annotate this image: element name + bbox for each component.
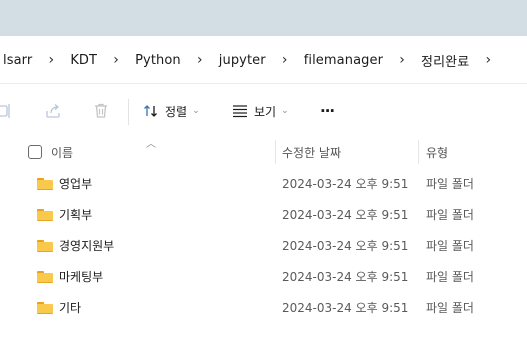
chevron-right-icon[interactable]: › bbox=[193, 52, 207, 68]
view-icon bbox=[233, 105, 247, 118]
share-button[interactable] bbox=[44, 85, 62, 137]
breadcrumb-item-filemanager[interactable]: filemanager bbox=[292, 53, 395, 68]
file-name: 경영지원부 bbox=[59, 239, 115, 253]
column-divider[interactable] bbox=[418, 140, 419, 164]
title-bar-strip bbox=[0, 0, 527, 36]
more-options-button[interactable]: ··· bbox=[320, 85, 335, 137]
file-name-cell: 경영지원부 bbox=[37, 230, 114, 261]
file-modified: 2024-03-24 오후 9:51 bbox=[282, 270, 409, 284]
column-header-name-label: 이름 bbox=[51, 145, 74, 160]
toolbar-divider bbox=[128, 99, 129, 125]
column-header-type-label: 유형 bbox=[426, 145, 449, 160]
file-row[interactable]: 마케팅부 2024-03-24 오후 9:51 파일 폴더 bbox=[0, 261, 527, 292]
file-type: 파일 폴더 bbox=[426, 177, 474, 191]
folder-icon bbox=[37, 208, 53, 221]
file-name-cell: 마케팅부 bbox=[37, 261, 103, 292]
column-divider[interactable] bbox=[275, 140, 276, 164]
file-name: 마케팅부 bbox=[59, 270, 104, 284]
file-row[interactable]: 기타 2024-03-24 오후 9:51 파일 폴더 bbox=[0, 292, 527, 323]
file-row[interactable]: 영업부 2024-03-24 오후 9:51 파일 폴더 bbox=[0, 168, 527, 199]
file-name: 영업부 bbox=[59, 177, 93, 191]
chevron-right-icon[interactable]: › bbox=[278, 52, 292, 68]
file-name-cell: 기획부 bbox=[37, 199, 92, 230]
chevron-right-icon[interactable]: › bbox=[44, 52, 58, 68]
file-row[interactable]: 기획부 2024-03-24 오후 9:51 파일 폴더 bbox=[0, 199, 527, 230]
view-label: 보기 bbox=[254, 104, 277, 119]
column-header-name[interactable]: 이름 bbox=[51, 137, 73, 167]
breadcrumb: lsarr › KDT › Python › jupyter › fileman… bbox=[0, 36, 495, 84]
column-header-modified[interactable]: 수정한 날짜 bbox=[282, 137, 341, 167]
address-bar[interactable]: lsarr › KDT › Python › jupyter › fileman… bbox=[0, 36, 527, 84]
file-type: 파일 폴더 bbox=[426, 239, 474, 253]
sort-icon bbox=[144, 105, 157, 117]
sort-label: 정렬 bbox=[165, 104, 188, 119]
column-header-modified-label: 수정한 날짜 bbox=[282, 145, 342, 160]
chevron-right-icon[interactable]: › bbox=[109, 52, 123, 68]
delete-button[interactable] bbox=[92, 85, 110, 137]
share-icon bbox=[46, 104, 60, 118]
column-header-row: ︿ 이름 수정한 날짜 유형 bbox=[0, 137, 527, 167]
file-name-cell: 기타 bbox=[37, 292, 81, 323]
view-button[interactable]: 보기 ⌄ bbox=[232, 85, 289, 137]
file-modified: 2024-03-24 오후 9:51 bbox=[282, 208, 409, 222]
file-modified: 2024-03-24 오후 9:51 bbox=[282, 301, 409, 315]
command-bar: 정렬 ⌄ 보기 ⌄ ··· bbox=[0, 85, 527, 137]
file-modified: 2024-03-24 오후 9:51 bbox=[282, 177, 409, 191]
folder-icon bbox=[37, 177, 53, 190]
more-icon: ··· bbox=[320, 102, 335, 120]
breadcrumb-item-jupyter[interactable]: jupyter bbox=[207, 53, 278, 68]
chevron-right-icon[interactable]: › bbox=[481, 52, 495, 68]
file-type: 파일 폴더 bbox=[426, 208, 474, 222]
file-modified: 2024-03-24 오후 9:51 bbox=[282, 239, 409, 253]
sort-button[interactable]: 정렬 ⌄ bbox=[143, 85, 200, 137]
file-type: 파일 폴더 bbox=[426, 270, 474, 284]
sort-ascending-icon: ︿ bbox=[146, 139, 156, 150]
chevron-down-icon: ⌄ bbox=[281, 106, 289, 116]
file-name: 기타 bbox=[59, 301, 82, 315]
rename-button[interactable] bbox=[0, 85, 12, 137]
select-all-checkbox[interactable] bbox=[28, 145, 42, 159]
breadcrumb-item-lsarr[interactable]: lsarr bbox=[0, 53, 44, 68]
folder-icon bbox=[37, 301, 53, 314]
file-row[interactable]: 경영지원부 2024-03-24 오후 9:51 파일 폴더 bbox=[0, 230, 527, 261]
trash-icon bbox=[95, 103, 107, 118]
rename-icon bbox=[0, 104, 10, 118]
folder-icon bbox=[37, 270, 53, 283]
folder-icon bbox=[37, 239, 53, 252]
file-name-cell: 영업부 bbox=[37, 168, 92, 199]
chevron-down-icon: ⌄ bbox=[192, 106, 200, 116]
file-list: 영업부 2024-03-24 오후 9:51 파일 폴더 기획부 2024-03… bbox=[0, 168, 527, 323]
breadcrumb-item-python[interactable]: Python bbox=[123, 53, 193, 68]
column-header-type[interactable]: 유형 bbox=[426, 137, 448, 167]
file-name: 기획부 bbox=[59, 208, 93, 222]
breadcrumb-item-current[interactable]: 정리완료 bbox=[409, 51, 481, 70]
chevron-right-icon[interactable]: › bbox=[395, 52, 409, 68]
file-type: 파일 폴더 bbox=[426, 301, 474, 315]
breadcrumb-item-kdt[interactable]: KDT bbox=[58, 53, 109, 68]
